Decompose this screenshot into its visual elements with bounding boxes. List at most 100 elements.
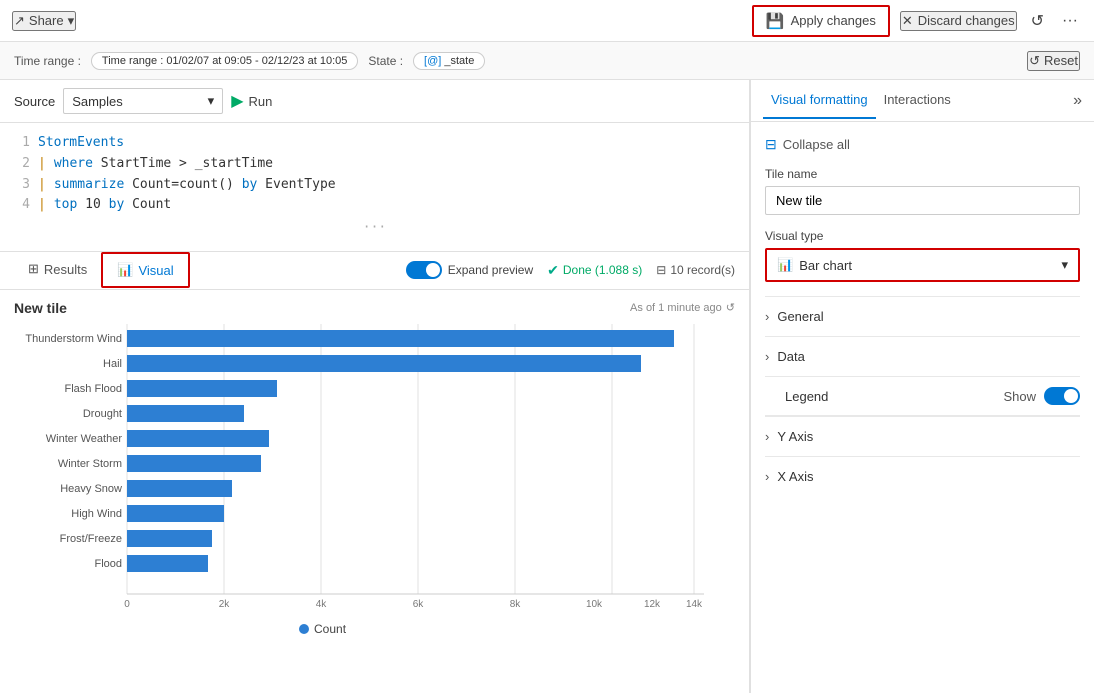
interactions-label: Interactions [884,92,951,107]
run-label: Run [249,94,273,109]
query-text-2: where StartTime > _startTime [54,154,273,175]
tab-results[interactable]: ⊞ Results [14,253,101,287]
general-label: General [777,309,823,324]
chart-header: New tile As of 1 minute ago ↺ [14,300,735,316]
toggle-knob [426,263,440,277]
play-icon: ▶ [231,91,243,111]
svg-text:Thunderstorm Wind: Thunderstorm Wind [25,333,122,345]
share-button[interactable]: ↗ Share ▾ [12,11,76,31]
chevron-right-icon: › [765,469,769,484]
table-icon: ⊞ [28,261,39,277]
query-text-3: summarize Count=count() by EventType [54,175,336,196]
x-axis-label: X Axis [777,469,813,484]
right-panel: Visual formatting Interactions » ⊟ Colla… [750,80,1094,693]
filter-bar: Time range : Time range : 01/02/07 at 09… [0,42,1094,80]
query-editor[interactable]: 1 StormEvents 2 | where StartTime > _sta… [0,123,749,252]
chevron-down-icon: ▾ [68,13,75,29]
toggle-switch[interactable] [406,261,442,279]
refresh-button[interactable]: ↺ [1027,7,1048,35]
collapse-all-label: Collapse all [783,137,850,152]
svg-text:Winter Storm: Winter Storm [58,458,122,470]
tabs-right: Expand preview ✔ Done (1.088 s) ⊟ 10 rec… [406,261,735,279]
query-line-3: 3 | summarize Count=count() by EventType [14,175,735,196]
legend-label: Legend [765,389,828,404]
svg-text:Count: Count [314,622,347,634]
run-button[interactable]: ▶ Run [231,91,272,111]
visual-type-value: Bar chart [799,258,852,273]
legend-toggle[interactable] [1044,387,1080,405]
source-label: Source [14,94,55,109]
collapse-icon: ⊟ [765,136,777,153]
legend-section: Legend Show [765,376,1080,415]
reset-button[interactable]: ↺ Reset [1027,51,1080,71]
legend-show-label: Show [1003,389,1036,404]
records-badge: ⊟ 10 record(s) [656,263,735,277]
visual-tab-label: Visual [138,263,173,278]
time-range-label: Time range : [14,54,81,68]
tile-name-label: Tile name [765,167,1080,181]
tile-name-input[interactable] [765,186,1080,215]
bar-chart-icon: 📊 [117,262,133,278]
close-icon: ✕ [902,13,913,29]
collapse-all-button[interactable]: ⊟ Collapse all [765,136,1080,153]
discard-changes-button[interactable]: ✕ Discard changes [900,11,1017,31]
time-range-pill[interactable]: Time range : 01/02/07 at 09:05 - 02/12/2… [91,52,358,70]
state-label: State : [368,54,403,68]
query-line-4: 4 | top 10 by Count [14,195,735,216]
svg-text:2k: 2k [219,599,231,610]
svg-text:10k: 10k [586,599,603,610]
left-panel: Source Samples ▾ ▶ Run 1 StormEvents 2 |… [0,80,750,693]
legend-toggle-knob [1064,389,1078,403]
bar-chart-type-icon: 📊 [777,257,793,273]
bar-chart-svg: Thunderstorm Wind Hail Flash Flood Droug… [14,324,704,634]
source-bar: Source Samples ▾ ▶ Run [0,80,749,123]
done-badge: ✔ Done (1.088 s) [547,262,642,279]
apply-changes-label: Apply changes [791,13,876,28]
x-axis-section[interactable]: › X Axis [765,456,1080,496]
apply-changes-button[interactable]: 💾 Apply changes [752,5,890,37]
more-options-button[interactable]: ··· [1058,8,1082,34]
svg-text:Winter Weather: Winter Weather [46,433,123,445]
data-section[interactable]: › Data [765,336,1080,376]
visual-type-select[interactable]: 📊 Bar chart ▾ [765,248,1080,282]
svg-text:14k: 14k [686,599,703,610]
expand-right-panel-icon[interactable]: » [1073,92,1082,110]
main-layout: Source Samples ▾ ▶ Run 1 StormEvents 2 |… [0,80,1094,693]
query-text-1: StormEvents [38,133,124,154]
svg-text:Drought: Drought [83,408,122,420]
source-select[interactable]: Samples ▾ [63,88,223,114]
expand-preview-toggle[interactable]: Expand preview [406,261,533,279]
data-section-left: › Data [765,349,805,364]
done-label: Done (1.088 s) [563,263,642,277]
top-bar-left: ↗ Share ▾ [12,11,76,31]
right-tabs: Visual formatting Interactions » [751,80,1094,122]
chevron-down-icon: ▾ [1061,257,1068,273]
svg-text:Flash Flood: Flash Flood [65,383,122,395]
refresh-icon[interactable]: ↺ [726,301,735,314]
chevron-right-icon: › [765,349,769,364]
check-icon: ✔ [547,262,559,279]
svg-text:8k: 8k [510,599,522,610]
chevron-right-icon: › [765,309,769,324]
source-value: Samples [72,94,123,109]
state-pill[interactable]: [@] _state [413,52,485,70]
filter-bar-left: Time range : Time range : 01/02/07 at 09… [14,52,485,70]
query-text-4: top 10 by Count [54,195,171,216]
bar-chart: Thunderstorm Wind Hail Flash Flood Droug… [14,324,735,637]
svg-text:Hail: Hail [103,358,122,370]
tab-visual[interactable]: 📊 Visual [101,252,189,288]
tabs-left: ⊞ Results 📊 Visual [14,252,190,288]
svg-text:Frost/Freeze: Frost/Freeze [60,533,122,545]
svg-text:4k: 4k [316,599,328,610]
chevron-right-icon: › [765,429,769,444]
top-bar-right: 💾 Apply changes ✕ Discard changes ↺ ··· [752,5,1082,37]
svg-text:6k: 6k [413,599,425,610]
tile-name-group: Tile name [765,167,1080,215]
visual-type-label: Visual type [765,229,1080,243]
general-section-left: › General [765,309,824,324]
y-axis-section[interactable]: › Y Axis [765,416,1080,456]
general-section[interactable]: › General [765,296,1080,336]
y-axis-label: Y Axis [777,429,813,444]
tab-visual-formatting[interactable]: Visual formatting [763,82,876,119]
tab-interactions[interactable]: Interactions [876,82,959,119]
